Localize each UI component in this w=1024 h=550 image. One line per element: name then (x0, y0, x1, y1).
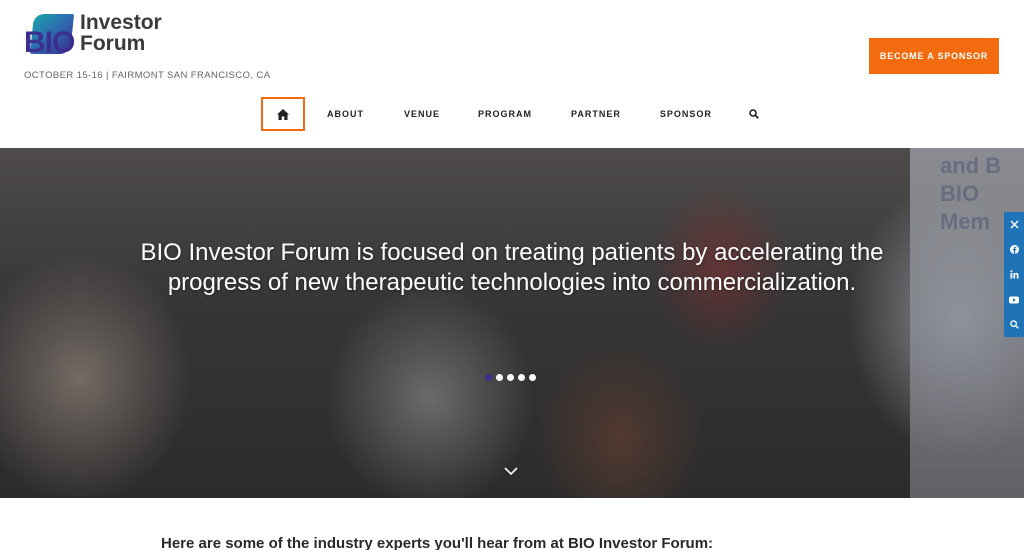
search-icon (749, 109, 759, 119)
carousel-dot-4[interactable] (518, 374, 525, 381)
logo-bio-text: BIO (24, 26, 75, 59)
nav-home-button[interactable] (261, 97, 305, 131)
nav-partner[interactable]: PARTNER (571, 109, 621, 119)
bio-logo-mark: BIO (24, 12, 75, 59)
carousel-dot-1[interactable] (485, 374, 492, 381)
search-icon (1009, 320, 1019, 329)
main-nav: ABOUT VENUE PROGRAM PARTNER SPONSOR (261, 97, 760, 131)
nav-sponsor[interactable]: SPONSOR (660, 109, 712, 119)
youtube-share-button[interactable] (1004, 287, 1024, 312)
event-date-location: OCTOBER 15-16 | FAIRMONT SAN FRANCISCO, … (24, 70, 271, 81)
hero-carousel: and B BIO Mem BIO Investor Forum is focus… (0, 148, 1024, 498)
carousel-dot-2[interactable] (496, 374, 503, 381)
carousel-dot-5[interactable] (529, 374, 536, 381)
bio-investor-forum-logo[interactable]: BIO Investor Forum (24, 12, 174, 60)
social-search-button[interactable] (1004, 312, 1024, 337)
youtube-icon (1009, 296, 1019, 303)
logo-line-2: Forum (80, 32, 146, 55)
linkedin-icon (1009, 270, 1018, 279)
home-icon (277, 108, 289, 120)
facebook-share-button[interactable] (1004, 237, 1024, 262)
social-share-bar (1004, 212, 1024, 337)
scroll-down-chevron-icon[interactable] (504, 466, 518, 476)
industry-experts-heading: Here are some of the industry experts yo… (161, 535, 714, 550)
x-icon (1009, 220, 1019, 229)
logo-wordmark: Investor Forum (80, 12, 162, 54)
carousel-dots (485, 374, 536, 381)
logo-line-1: Investor (80, 11, 162, 34)
site-header: BIO Investor Forum OCTOBER 15-16 | FAIRM… (0, 0, 1024, 148)
nav-search-button[interactable] (748, 108, 760, 120)
facebook-icon (1009, 245, 1019, 254)
hero-overlay (0, 148, 1024, 498)
x-share-button[interactable] (1004, 212, 1024, 237)
nav-venue[interactable]: VENUE (404, 109, 440, 119)
nav-about[interactable]: ABOUT (327, 109, 364, 119)
become-a-sponsor-button[interactable]: BECOME A SPONSOR (869, 38, 999, 74)
nav-program[interactable]: PROGRAM (478, 109, 532, 119)
carousel-dot-3[interactable] (507, 374, 514, 381)
linkedin-share-button[interactable] (1004, 262, 1024, 287)
hero-headline: BIO Investor Forum is focused on treatin… (140, 239, 884, 296)
